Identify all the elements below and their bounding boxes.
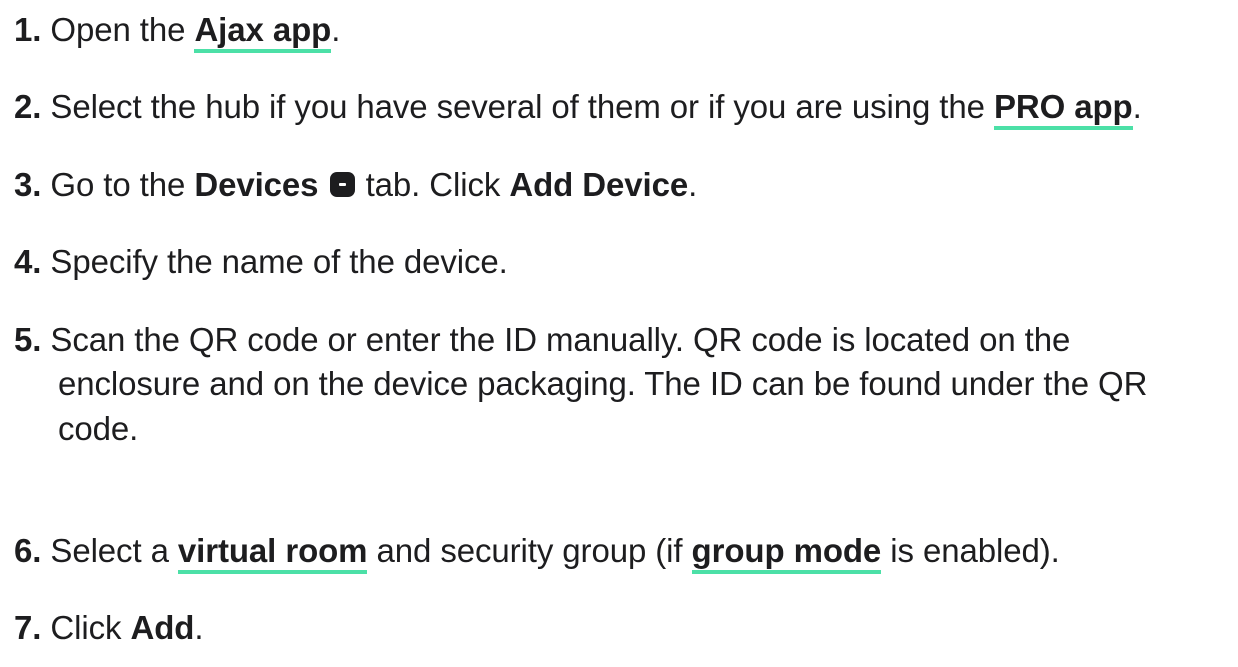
step-text: . (331, 11, 341, 48)
step-text: Select a (50, 532, 178, 569)
step-5: 5. Scan the QR code or enter the ID manu… (14, 319, 1070, 361)
step-6: 6. Select a virtual room and security gr… (14, 530, 1060, 574)
step-text: Select the hub if you have several of th… (50, 88, 994, 125)
pro-app-link[interactable]: PRO app (993, 88, 1133, 130)
step-number: 1. (14, 11, 42, 48)
step-text-line-2: enclosure and on the device packaging. T… (58, 365, 1148, 402)
group-mode-link[interactable]: group mode (691, 532, 881, 574)
step-number: 3. (14, 166, 42, 203)
step-text: Click (50, 609, 131, 646)
step-text: Open the (50, 11, 195, 48)
step-text: . (688, 166, 698, 203)
step-2: 2. Select the hub if you have several of… (14, 86, 1142, 130)
step-number: 4. (14, 243, 42, 280)
virtual-room-link[interactable]: virtual room (177, 532, 368, 574)
step-3: 3. Go to the Devices tab. Click Add Devi… (14, 164, 697, 206)
step-text: is enabled). (881, 532, 1060, 569)
step-5-line-2: enclosure and on the device packaging. T… (58, 363, 1147, 405)
step-4: 4. Specify the name of the device. (14, 241, 508, 283)
step-1: 1. Open the Ajax app. (14, 9, 341, 53)
step-text-line-1: Scan the QR code or enter the ID manuall… (50, 321, 1071, 358)
step-number: 5. (14, 321, 42, 358)
step-text: . (194, 609, 204, 646)
step-number: 7. (14, 609, 42, 646)
ajax-app-link[interactable]: Ajax app (194, 11, 331, 53)
step-text: and security group (if (367, 532, 692, 569)
step-text: Go to the (50, 166, 195, 203)
step-text-line-3: code. (58, 410, 139, 447)
step-text: tab. Click (356, 166, 510, 203)
add-device-label: Add Device (509, 166, 689, 203)
step-number: 6. (14, 532, 42, 569)
step-5-line-3: code. (58, 408, 138, 450)
step-7: 7. Click Add. (14, 607, 204, 649)
step-text: . (1132, 88, 1142, 125)
devices-tab-icon (329, 172, 355, 197)
add-label: Add (130, 609, 195, 646)
step-text: Specify the name of the device. (50, 243, 508, 280)
devices-label: Devices (194, 166, 319, 203)
step-number: 2. (14, 88, 42, 125)
